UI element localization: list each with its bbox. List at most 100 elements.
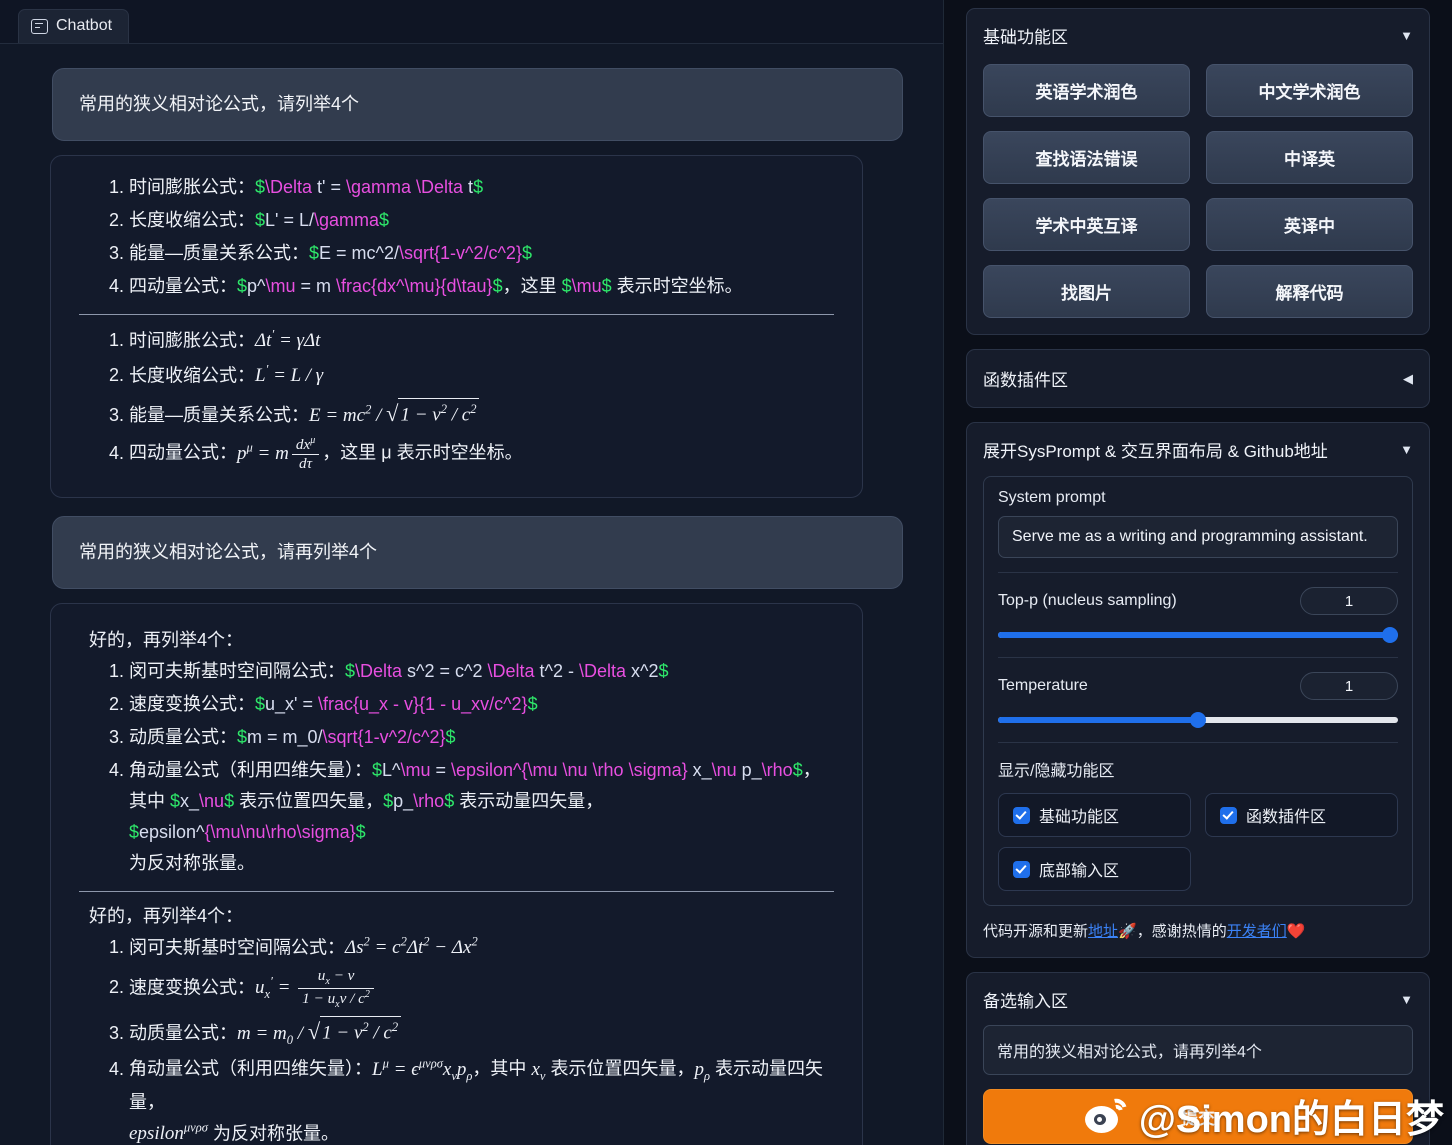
plugins-header[interactable]: 函数插件区 ◀ <box>983 366 1413 391</box>
slider-knob[interactable] <box>1190 712 1206 728</box>
tex-source: epsilon^ <box>139 822 205 843</box>
credit-line: 代码开源和更新地址🚀，感谢热情的开发者们❤️ <box>983 920 1413 941</box>
tex-source: $ <box>527 694 538 715</box>
function-button-find-grammar-errors[interactable]: 查找语法错误 <box>983 131 1190 184</box>
tex-source: \Delta <box>355 661 403 682</box>
note-part: 为反对称张量。 <box>129 853 255 874</box>
function-button-zh-to-en[interactable]: 中译英 <box>1206 131 1413 184</box>
temperature-row: Temperature 1 <box>998 672 1398 700</box>
alt-input-panel: 备选输入区 ▼ 常用的狭义相对论公式，请再列举4个 提交 重置 停止 <box>966 972 1430 1145</box>
list-item: 角动量公式（利用四维矢量）：Lμ = ϵμνρσxνpρ，其中 xν 表示位置四… <box>129 1053 836 1145</box>
submit-button[interactable]: 提交 <box>983 1089 1413 1144</box>
tex-source: = m <box>295 275 337 296</box>
sysprompt-header[interactable]: 展开SysPrompt & 交互界面布局 & Github地址 ▼ <box>983 437 1413 462</box>
checkbox-label: 底部输入区 <box>1039 863 1120 880</box>
chat-message-user: 常用的狭义相对论公式，请再列举4个 <box>52 516 903 590</box>
tex-source: $ <box>473 177 484 197</box>
list-item: 能量—质量关系公式：E = mc2 / √1 − v2 / c2 <box>129 395 836 434</box>
basic-functions-grid: 英语学术润色 中文学术润色 查找语法错误 中译英 学术中英互译 英译中 找图片 … <box>983 64 1413 318</box>
check-icon <box>1013 860 1030 878</box>
bot-lead-text: 好的，再列举4个： <box>89 630 244 651</box>
tex-source: $ <box>237 275 248 296</box>
formula-label: 角动量公式（利用四维矢量）： <box>129 1058 372 1079</box>
list-item: 能量—质量关系公式：$E = mc^2/\sqrt{1-v^2/c^2}$ <box>129 238 836 269</box>
tex-source: $ <box>658 661 669 682</box>
tex-source: p_ <box>393 791 414 812</box>
chevron-left-icon[interactable]: ◀ <box>1403 372 1413 385</box>
tex-source: $ <box>355 822 366 843</box>
tex-source: L' = L/ <box>265 209 314 230</box>
formula-label: 速度变换公式： <box>129 977 255 998</box>
slider-knob[interactable] <box>1382 627 1398 643</box>
tab-bar: Chatbot <box>0 0 943 44</box>
tex-source: t <box>463 177 474 197</box>
tex-source: = <box>430 760 452 781</box>
alt-input-textbox[interactable]: 常用的狭义相对论公式，请再列举4个 <box>983 1025 1413 1075</box>
plugins-panel[interactable]: 函数插件区 ◀ <box>966 349 1430 408</box>
tex-source: $ <box>224 791 235 812</box>
rendered-math: pμ = m dxμ dτ <box>237 435 322 472</box>
formula-label: 能量—质量关系公式： <box>129 404 309 425</box>
list-item: 闵可夫斯基时空间隔公式：$\Delta s^2 = c^2 \Delta t^2… <box>129 656 836 687</box>
chevron-down-icon[interactable]: ▼ <box>1400 29 1413 42</box>
function-button-chinese-polish[interactable]: 中文学术润色 <box>1206 64 1413 117</box>
developers-link[interactable]: 开发者们 <box>1227 923 1287 940</box>
divider <box>79 313 834 315</box>
alt-input-header[interactable]: 备选输入区 ▼ <box>983 987 1413 1012</box>
repo-link[interactable]: 地址 <box>1088 923 1118 940</box>
tex-source: p^ <box>247 275 266 296</box>
sidebar: 基础功能区 ▼ 英语学术润色 中文学术润色 查找语法错误 中译英 学术中英互译 … <box>958 0 1452 1145</box>
function-button-en-to-zh[interactable]: 英译中 <box>1206 198 1413 251</box>
tex-source: $ <box>129 822 140 843</box>
system-prompt-input[interactable]: Serve me as a writing and programming as… <box>998 516 1398 558</box>
note-part: 表示位置四矢量， <box>545 1058 695 1079</box>
rendered-math: Δs2 = c2Δt2 − Δx2 <box>345 934 478 959</box>
list-item: 时间膨胀公式：Δt′ = γΔt <box>129 325 836 358</box>
basic-functions-header[interactable]: 基础功能区 ▼ <box>983 23 1413 48</box>
message-text: 常用的狭义相对论公式，请列举4个 <box>79 94 360 114</box>
tex-source: \sqrt{1-v^2/c^2} <box>399 242 522 263</box>
function-button-english-polish[interactable]: 英语学术润色 <box>983 64 1190 117</box>
temperature-slider[interactable] <box>998 712 1398 728</box>
basic-functions-panel: 基础功能区 ▼ 英语学术润色 中文学术润色 查找语法错误 中译英 学术中英互译 … <box>966 8 1430 335</box>
chat-scroll-area[interactable]: 常用的狭义相对论公式，请列举4个 时间膨胀公式：$\Delta t' = \ga… <box>0 44 943 1145</box>
formula-label: 动质量公式： <box>129 727 237 748</box>
chat-column: Chatbot 常用的狭义相对论公式，请列举4个 时间膨胀公式：$\Delta … <box>0 0 944 1145</box>
chevron-down-icon[interactable]: ▼ <box>1400 443 1413 456</box>
system-prompt-label: System prompt <box>998 489 1106 506</box>
tex-source: u_x' = <box>265 694 318 715</box>
topp-slider[interactable] <box>998 627 1398 643</box>
checkbox-basic-functions[interactable]: 基础功能区 <box>998 793 1191 837</box>
topp-row: Top-p (nucleus sampling) 1 <box>998 587 1398 615</box>
formula-list-rendered: 闵可夫斯基时空间隔公式：Δs2 = c2Δt2 − Δx2 速度变换公式：ux′… <box>77 932 836 1145</box>
formula-label: 角动量公式（利用四维矢量）： <box>129 760 372 781</box>
toggle-group-label: 显示/隐藏功能区 <box>998 763 1115 780</box>
tex-source: $ <box>601 275 612 296</box>
formula-label: 长度收缩公式： <box>129 209 255 230</box>
check-icon <box>1220 806 1237 824</box>
rendered-math: Lμ = ϵμνρσxνpρ <box>372 1056 473 1083</box>
tex-source: m = m_0/ <box>247 727 323 748</box>
function-button-explain-code[interactable]: 解释代码 <box>1206 265 1413 318</box>
note-part: 其中 <box>129 791 171 812</box>
topp-value-input[interactable]: 1 <box>1300 587 1398 615</box>
tex-source: \gamma <box>314 209 380 230</box>
checkbox-plugins[interactable]: 函数插件区 <box>1205 793 1398 837</box>
function-button-academic-zh-en[interactable]: 学术中英互译 <box>983 198 1190 251</box>
chevron-down-icon[interactable]: ▼ <box>1400 993 1413 1006</box>
temperature-value-input[interactable]: 1 <box>1300 672 1398 700</box>
tex-source: \nu <box>199 791 225 812</box>
tex-source: $ <box>255 177 266 197</box>
chat-icon <box>31 18 48 34</box>
tex-source: $ <box>170 791 181 812</box>
tab-chatbot[interactable]: Chatbot <box>18 9 130 43</box>
list-item: 长度收缩公式：L′ = L / γ <box>129 360 836 393</box>
checkbox-bottom-input[interactable]: 底部输入区 <box>998 847 1191 891</box>
toggle-group: 基础功能区 函数插件区 底部输入区 <box>998 793 1398 891</box>
rocket-icon: 🚀 <box>1118 923 1137 940</box>
tex-source: {\mu\nu\rho\sigma} <box>204 822 356 843</box>
panel-title: 展开SysPrompt & 交互界面布局 & Github地址 <box>983 442 1328 461</box>
divider <box>998 742 1398 743</box>
function-button-find-image[interactable]: 找图片 <box>983 265 1190 318</box>
tex-source: $ <box>561 275 572 296</box>
